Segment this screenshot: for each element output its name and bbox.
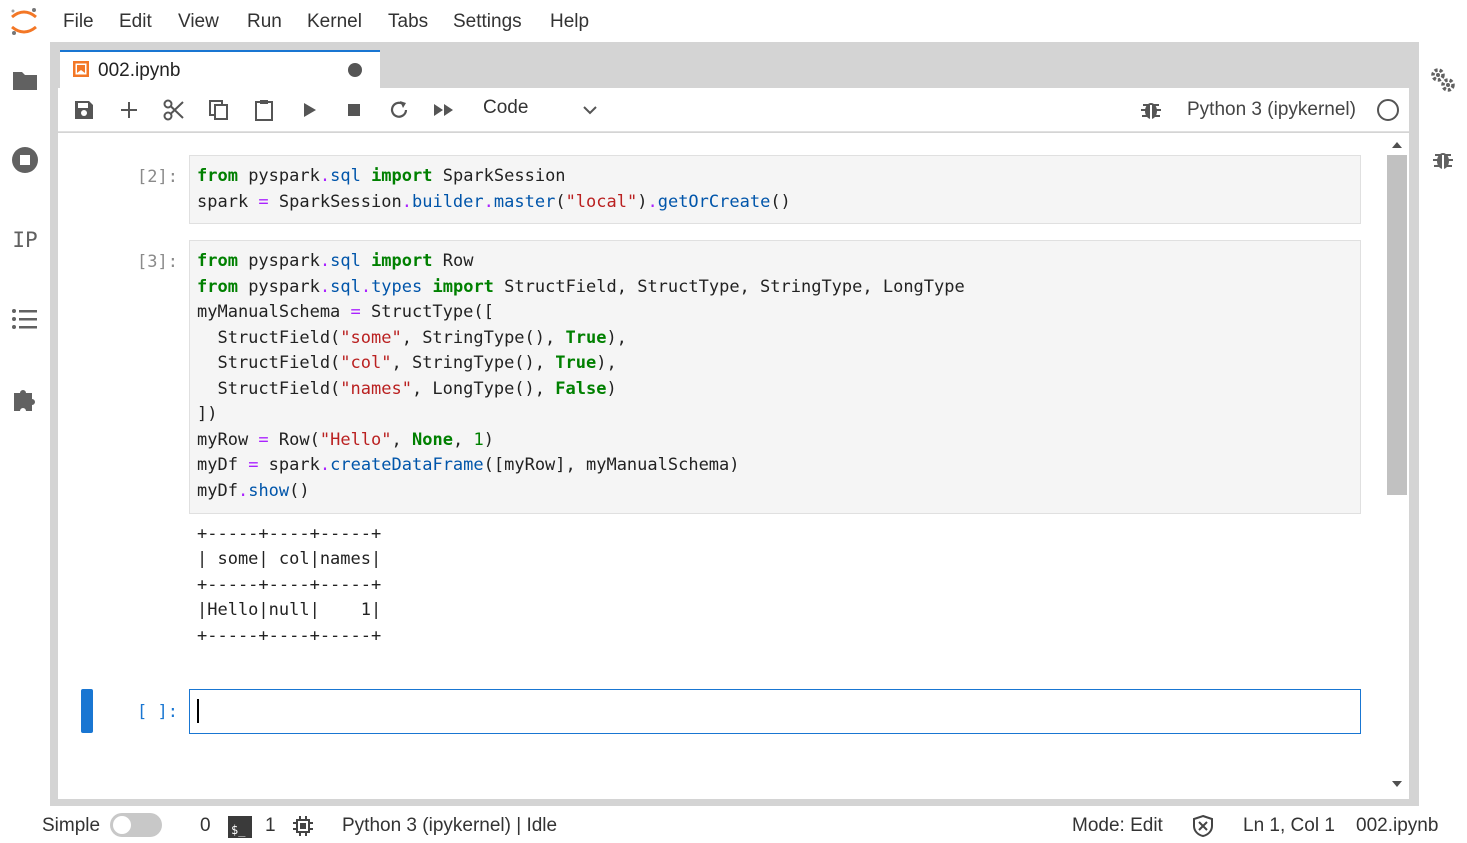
scroll-up-arrow-icon[interactable] [1390,139,1404,151]
run-icon[interactable] [295,96,325,124]
code-cell-input-active[interactable] [189,689,1361,734]
menu-view[interactable]: View [178,11,219,33]
menu-bar [0,0,1467,42]
cursor-position[interactable]: Ln 1, Col 1 [1243,815,1335,837]
kernel-status-text[interactable]: Python 3 (ipykernel) | Idle [342,815,557,837]
tab-label: 002.ipynb [98,60,181,81]
fast-forward-icon[interactable] [429,96,459,124]
running-icon[interactable] [9,144,41,176]
simple-mode-label: Simple [42,815,101,836]
copy-icon[interactable] [204,96,234,124]
stop-icon[interactable] [339,96,369,124]
kernel-count: 1 [265,815,276,836]
paste-icon[interactable] [249,96,279,124]
cell-prompt: [ ]: [137,702,178,722]
restart-icon[interactable] [384,96,414,124]
property-inspector-icon[interactable]: IP [9,224,41,256]
bug-icon[interactable] [1138,97,1164,123]
cell-output: +-----+----+-----+ | some| col|names| +-… [197,524,382,646]
active-cell-marker [81,689,93,733]
scrollbar-thumb[interactable] [1387,155,1407,495]
gears-icon[interactable] [1429,66,1457,94]
cell-type-select[interactable]: Code [483,97,528,119]
menu-tabs[interactable]: Tabs [388,11,428,33]
code-cell-source: from pyspark.sql import SparkSession spa… [197,166,791,212]
notebook-icon [72,60,90,78]
cut-icon[interactable] [159,96,189,124]
terminal-icon[interactable]: $_ [228,816,252,838]
menu-settings[interactable]: Settings [453,11,522,33]
menu-help[interactable]: Help [550,11,589,33]
folder-icon[interactable] [9,64,41,96]
terminal-count: 0 [200,815,211,836]
menu-edit[interactable]: Edit [119,11,152,33]
cpu-chip-icon[interactable] [292,815,314,837]
shield-icon[interactable] [1192,814,1214,838]
edit-mode-text: Mode: Edit [1072,815,1163,836]
toggle-knob [113,816,131,834]
cell-prompt: [3]: [137,252,178,272]
bug-icon[interactable] [1430,147,1456,173]
cell-prompt: [2]: [137,167,178,187]
chevron-down-icon[interactable] [580,100,600,120]
scroll-down-arrow-icon[interactable] [1390,778,1404,790]
kernel-name[interactable]: Python 3 (ipykernel) [1187,99,1356,121]
status-filename: 002.ipynb [1356,815,1439,836]
code-cell-source: from pyspark.sql import Row from pyspark… [197,251,965,501]
menu-run[interactable]: Run [247,11,282,33]
jupyter-logo-icon [8,5,40,37]
list-icon[interactable] [9,303,41,335]
menu-kernel[interactable]: Kernel [307,11,362,33]
save-icon[interactable] [69,96,99,124]
menu-file[interactable]: File [63,11,94,33]
text-cursor [197,699,199,723]
puzzle-icon[interactable] [9,383,41,415]
kernel-status-indicator [1377,99,1399,121]
add-icon[interactable] [114,96,144,124]
unsaved-indicator[interactable] [348,63,362,77]
